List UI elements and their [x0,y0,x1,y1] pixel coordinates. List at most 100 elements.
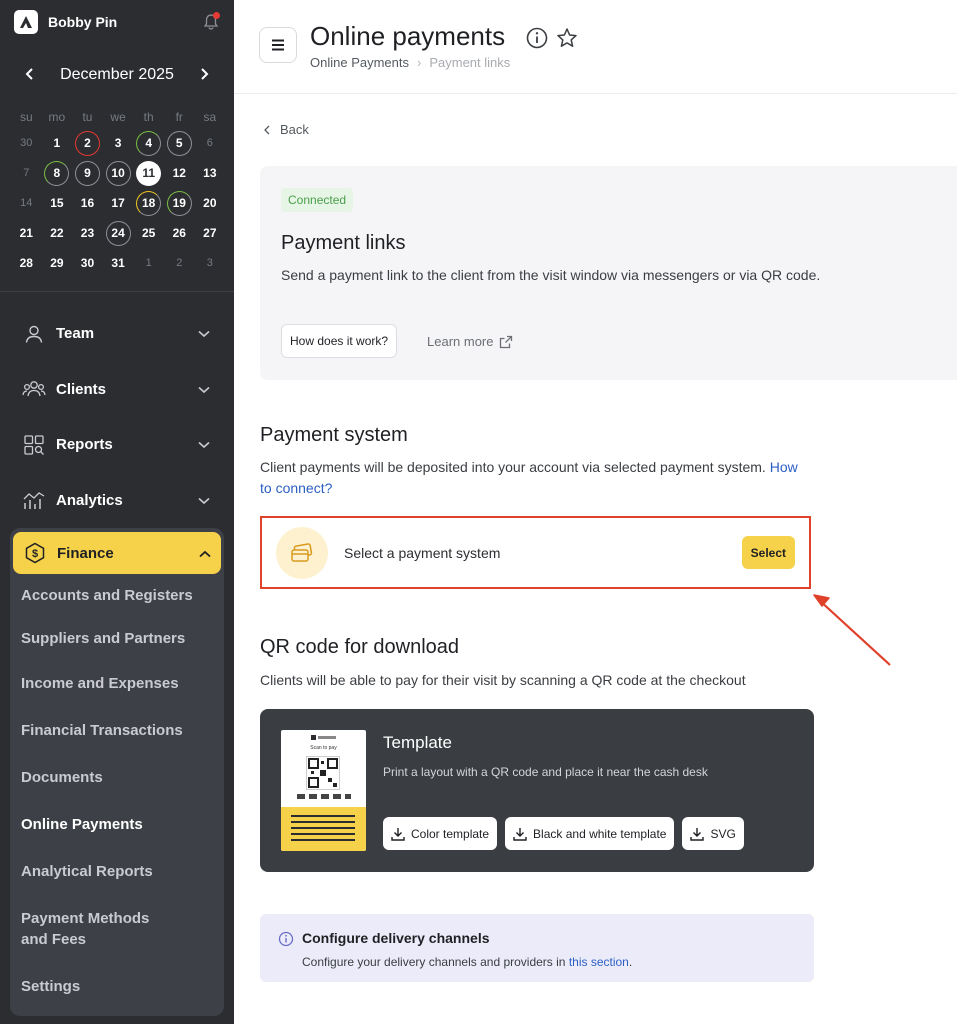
calendar-day[interactable]: 8 [42,158,73,188]
calendar-day[interactable]: 2 [164,248,195,278]
sidebar-subitem-payment-methods[interactable]: Payment Methods and Fees [10,895,190,963]
altegio-logo-icon [311,735,336,740]
download-color-template-button[interactable]: Color template [383,817,498,850]
calendar-day[interactable]: 16 [72,188,103,218]
external-link-icon [500,335,513,348]
status-badge: Connected [281,188,354,212]
back-label: Back [280,122,309,137]
download-bw-template-button[interactable]: Black and white template [505,817,675,850]
download-icon [690,827,705,841]
calendar-day[interactable]: 4 [133,128,164,158]
weekday-label: fr [175,110,183,124]
sidebar-item-team[interactable]: Team [0,306,234,362]
qr-section-title: QR code for download [260,636,460,658]
template-title: Template [383,733,452,752]
chevron-left-icon [264,125,270,134]
learn-more-link[interactable]: Learn more [427,334,513,349]
calendar-day[interactable]: 23 [72,218,103,248]
payment-links-title: Payment links [281,232,406,254]
calendar-day[interactable]: 12 [164,158,195,188]
chevron-up-icon [199,545,211,562]
sidebar-subitem-suppliers[interactable]: Suppliers and Partners [10,617,224,660]
breadcrumb: Online Payments › Payment links [310,55,510,70]
notice-title: Configure delivery channels [302,930,490,946]
calendar-day[interactable]: 24 [103,218,134,248]
analytics-chart-icon [22,488,46,512]
calendar-day[interactable]: 14 [11,188,42,218]
info-icon[interactable] [526,27,548,54]
back-link[interactable]: Back [264,122,309,137]
calendar-day[interactable]: 22 [42,218,73,248]
chevron-down-icon [198,381,210,398]
menu-toggle-button[interactable] [259,27,297,63]
this-section-link[interactable]: this section [569,955,629,969]
template-download-buttons: Color template Black and white template … [383,817,744,850]
weekday-label: sa [203,110,217,124]
calendar-day[interactable]: 9 [72,158,103,188]
calendar-day[interactable]: 31 [103,248,134,278]
download-svg-button[interactable]: SVG [682,817,744,850]
prev-month-button[interactable] [20,65,40,86]
sidebar-subitem-online-payments[interactable]: Online Payments [10,801,224,848]
select-payment-system-row[interactable]: Select a payment system Select [260,516,811,589]
calendar-day[interactable]: 25 [133,218,164,248]
breadcrumb-separator-icon: › [417,55,422,70]
sidebar-item-label: Clients [56,380,107,398]
calendar-day[interactable]: 3 [195,248,226,278]
chevron-down-icon [198,436,210,453]
sidebar-subitem-income[interactable]: Income and Expenses [10,660,224,707]
sidebar-divider [0,291,234,292]
calendar-day[interactable]: 29 [42,248,73,278]
sidebar-subitem-documents[interactable]: Documents [10,754,224,801]
payment-system-title: Payment system [260,424,408,446]
chevron-down-icon [198,325,210,342]
calendar-day[interactable]: 3 [103,128,134,158]
calendar-day[interactable]: 10 [103,158,134,188]
calendar-header: December 2025 [0,44,234,106]
notice-description: Configure your delivery channels and pro… [302,955,633,969]
select-button[interactable]: Select [741,536,795,569]
breadcrumb-item[interactable]: Online Payments [310,55,409,70]
calendar-day[interactable]: 18 [133,188,164,218]
calendar-day[interactable]: 28 [11,248,42,278]
star-icon[interactable] [556,27,578,54]
calendar-day[interactable]: 13 [195,158,226,188]
calendar-day[interactable]: 19 [164,188,195,218]
sidebar: Bobby Pin December 2025 su mo tu we th f… [0,0,234,1024]
calendar-day[interactable]: 5 [164,128,195,158]
sidebar-item-label: Team [56,325,95,343]
brand-name[interactable]: Bobby Pin [48,14,202,30]
calendar-day[interactable]: 21 [11,218,42,248]
sidebar-subitem-analytical-reports[interactable]: Analytical Reports [10,848,224,895]
calendar-day[interactable]: 1 [133,248,164,278]
payment-links-card: Connected Payment links Send a payment l… [260,166,957,380]
qr-template-card: Scan to pay Template Print a layout with… [260,709,814,872]
calendar-day[interactable]: 30 [72,248,103,278]
calendar-day[interactable]: 26 [164,218,195,248]
sidebar-subitem-accounts[interactable]: Accounts and Registers [10,574,224,617]
calendar-day[interactable]: 2 [72,128,103,158]
sidebar-item-analytics[interactable]: Analytics [0,473,234,529]
sidebar-item-reports[interactable]: Reports [0,417,234,473]
sidebar-subitem-transactions[interactable]: Financial Transactions [10,707,224,754]
svg-text:$: $ [32,548,38,560]
calendar-day[interactable]: 30 [11,128,42,158]
notification-bell-icon[interactable] [202,12,220,31]
calendar-day[interactable]: 20 [195,188,226,218]
calendar-day[interactable]: 6 [195,128,226,158]
sidebar-subitem-settings[interactable]: Settings [10,963,224,1010]
next-month-button[interactable] [194,65,214,86]
sidebar-item-finance[interactable]: $ Finance [13,532,221,574]
calendar-day[interactable]: 27 [195,218,226,248]
calendar-day[interactable]: 7 [11,158,42,188]
weekday-label: su [19,110,33,124]
people-icon [22,377,46,401]
calendar-day[interactable]: 15 [42,188,73,218]
calendar-day-today[interactable]: 11 [133,158,164,188]
calendar-day[interactable]: 17 [103,188,134,218]
calendar-day[interactable]: 1 [42,128,73,158]
payment-brand-logos [297,794,351,799]
how-does-it-work-button[interactable]: How does it work? [281,324,398,358]
page-title: Online payments [310,21,506,51]
sidebar-item-clients[interactable]: Clients [0,362,234,418]
